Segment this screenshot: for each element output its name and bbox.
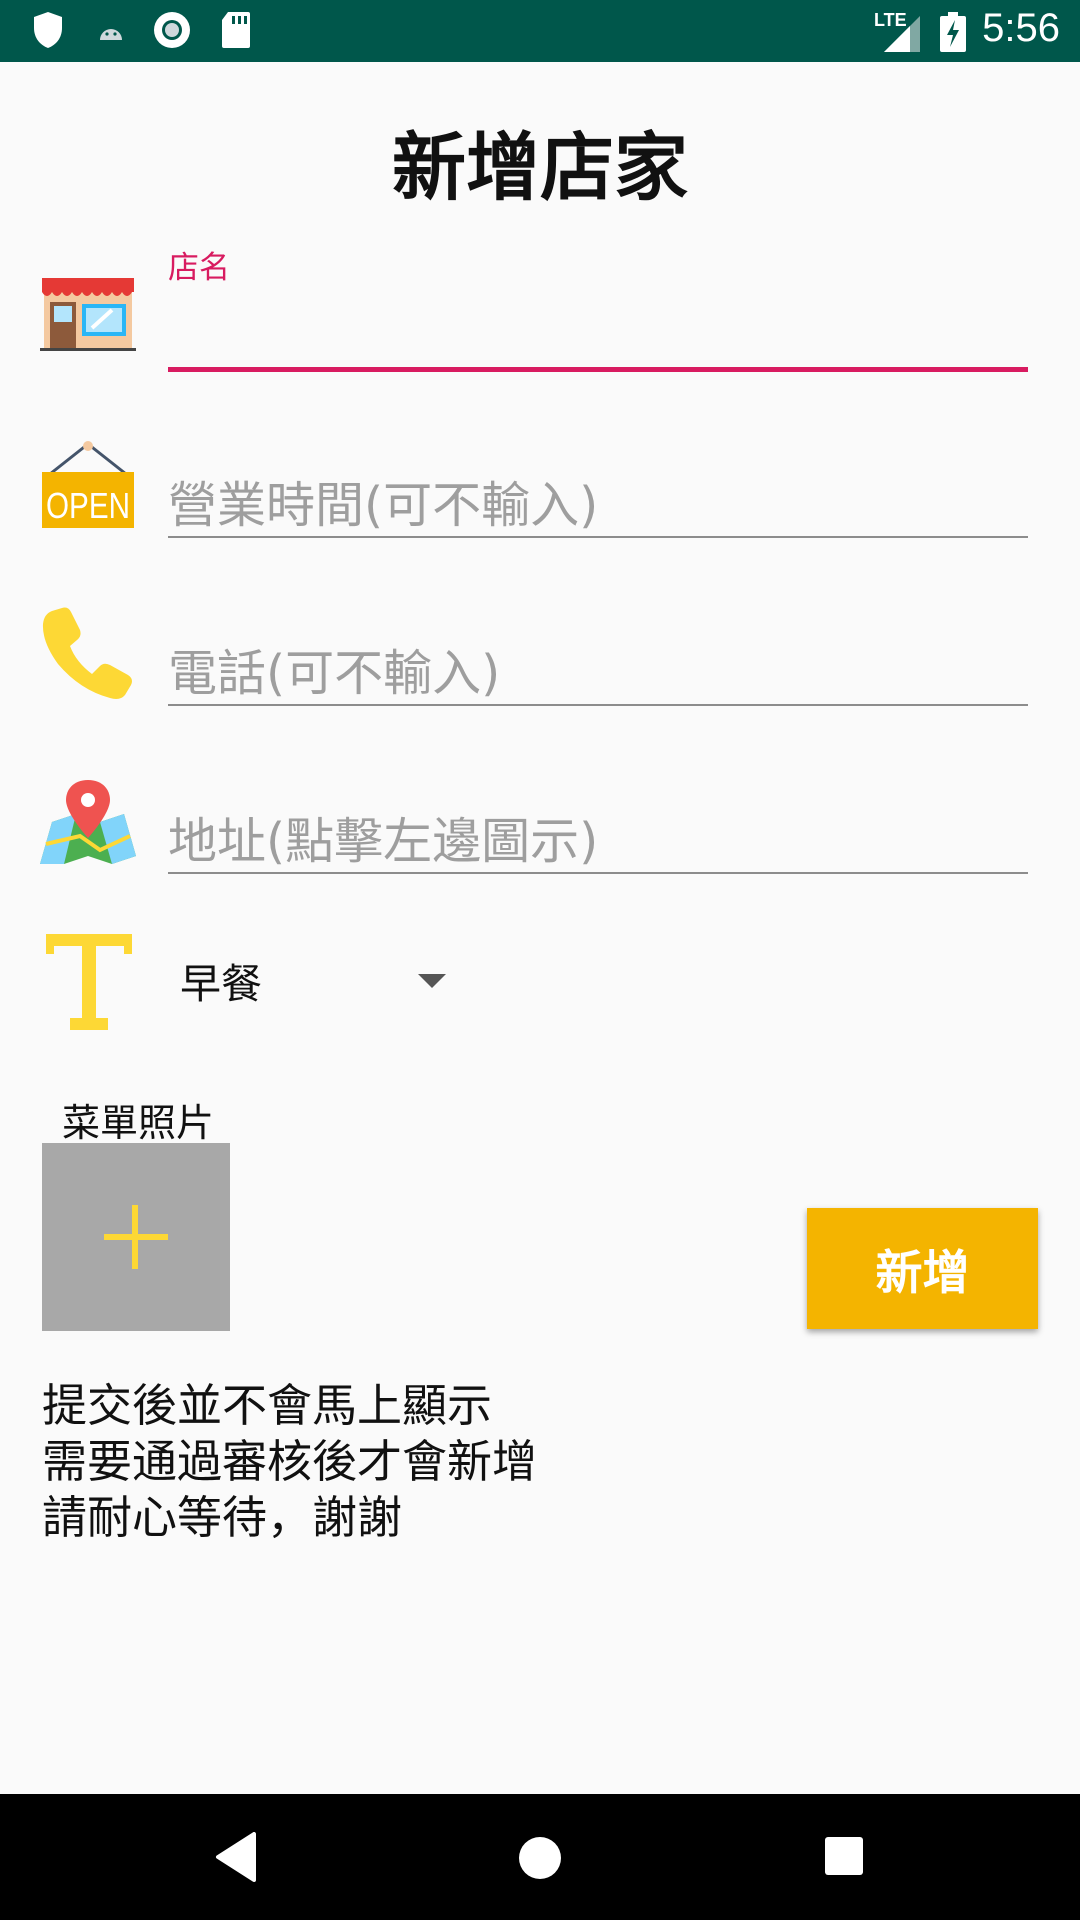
signal-icon — [884, 16, 920, 52]
business-hours-field[interactable]: 營業時間(可不輸入) — [168, 450, 1028, 538]
circle-notification-icon — [154, 12, 190, 48]
category-selected-value: 早餐 — [180, 960, 262, 1008]
store-name-field[interactable]: 店名 — [168, 242, 1028, 372]
submit-button[interactable]: 新增 — [807, 1208, 1038, 1329]
phone-icon[interactable] — [40, 604, 136, 702]
phone-placeholder: 電話(可不輸入) — [168, 645, 501, 702]
map-pin-icon[interactable] — [40, 780, 136, 866]
address-placeholder: 地址(點擊左邊圖示) — [168, 813, 599, 870]
text-type-icon — [46, 934, 132, 1030]
back-icon[interactable] — [214, 1832, 258, 1882]
menu-photo-label: 菜單照片 — [62, 1101, 215, 1145]
open-sign-icon[interactable]: OPEN — [40, 440, 136, 530]
android-icon — [100, 29, 122, 40]
business-hours-placeholder: 營業時間(可不輸入) — [168, 477, 599, 534]
store-name-label: 店名 — [168, 250, 230, 286]
phone-field[interactable]: 電話(可不輸入) — [168, 618, 1028, 706]
shield-icon — [34, 12, 62, 48]
review-notice: 提交後並不會馬上顯示 需要通過審核後才會新增 請耐心等待，謝謝 — [42, 1378, 537, 1546]
phone-underline — [168, 704, 1028, 706]
store-name-underline — [168, 367, 1028, 372]
clock-time: 5:56 — [982, 6, 1060, 50]
home-icon[interactable] — [518, 1836, 562, 1880]
page-title: 新增店家 — [392, 125, 688, 211]
battery-charging-icon — [940, 12, 966, 52]
plus-icon — [104, 1205, 168, 1269]
category-spinner[interactable]: 早餐 — [168, 950, 468, 1010]
business-hours-underline — [168, 536, 1028, 538]
notice-line: 需要通過審核後才會新增 — [42, 1435, 538, 1488]
svg-text:OPEN: OPEN — [46, 485, 130, 526]
store-icon[interactable] — [40, 276, 136, 354]
address-field[interactable]: 地址(點擊左邊圖示) — [168, 786, 1028, 874]
menu-photo-picker[interactable] — [42, 1143, 230, 1331]
address-underline — [168, 872, 1028, 874]
status-bar: LTE 5:56 — [0, 0, 1080, 62]
notice-line: 請耐心等待，謝謝 — [42, 1491, 403, 1544]
sd-card-icon — [222, 12, 250, 48]
dropdown-arrow-icon — [418, 974, 446, 988]
navigation-bar — [0, 1794, 1080, 1920]
recents-icon[interactable] — [824, 1836, 864, 1876]
notice-line: 提交後並不會馬上顯示 — [42, 1379, 493, 1432]
